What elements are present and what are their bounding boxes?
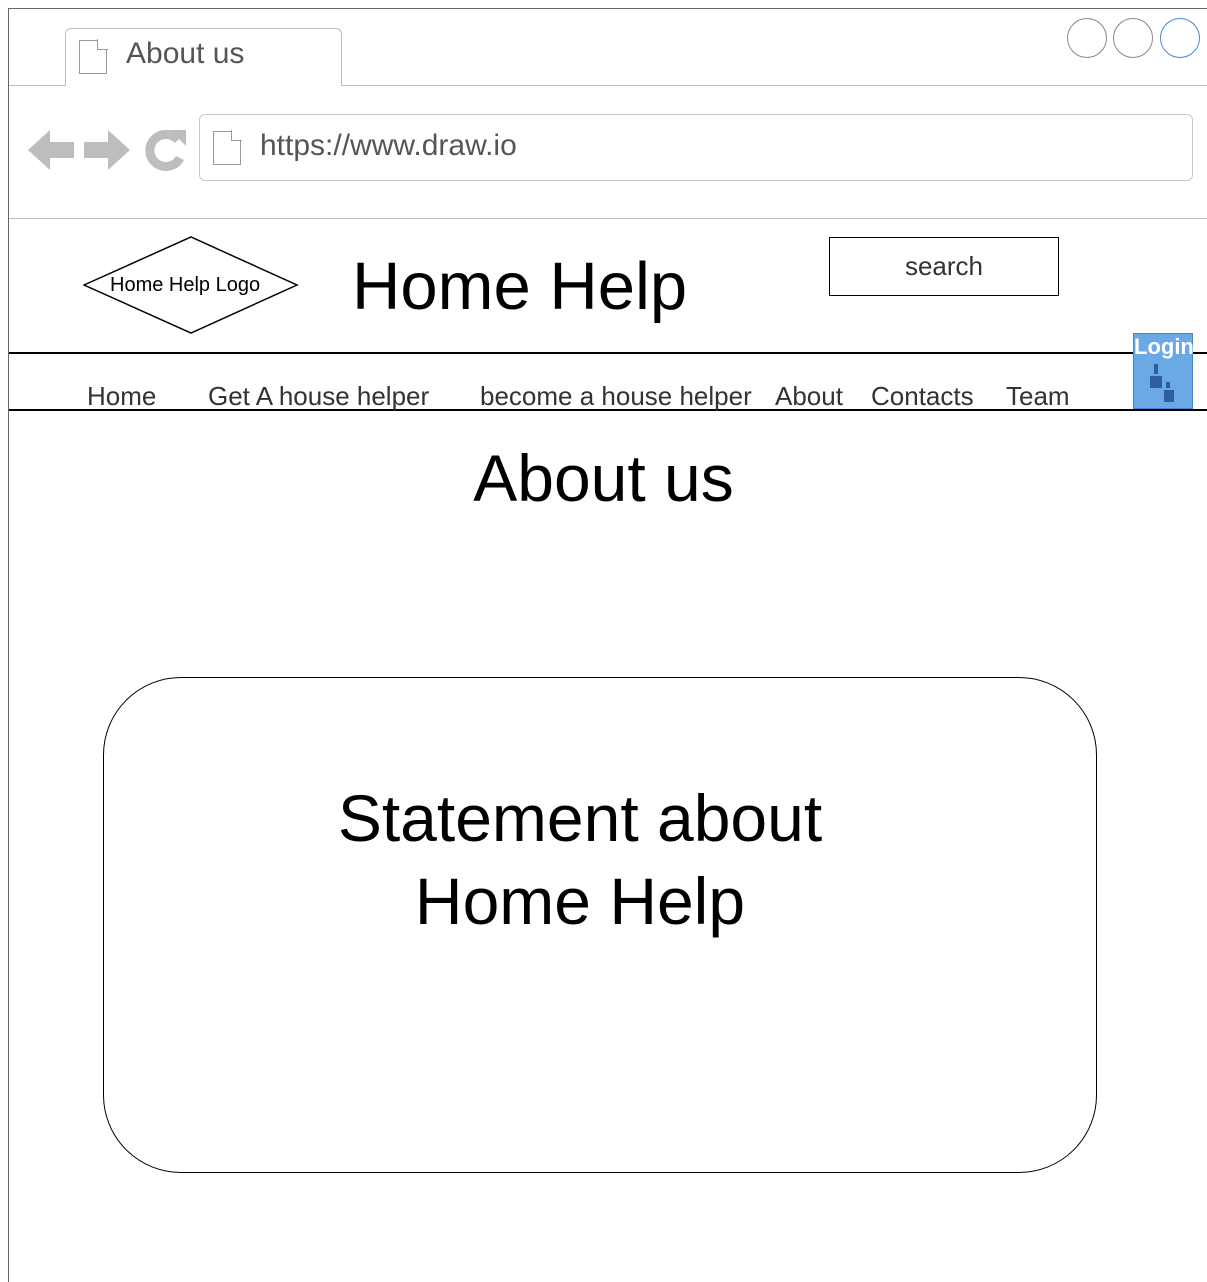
login-label: Login [1134, 334, 1194, 359]
statement-text: Statement about Home Help [337, 781, 823, 938]
tab-title: About us [126, 37, 245, 70]
divider [9, 218, 1207, 219]
maximize-circle-icon[interactable] [1113, 18, 1153, 58]
forward-arrow-icon[interactable] [84, 128, 132, 172]
logo-label: Home Help Logo [110, 274, 261, 296]
nav-item-get-house-helper[interactable]: Get A house helper [208, 381, 429, 411]
page-icon [79, 39, 108, 74]
back-arrow-icon[interactable] [28, 128, 76, 172]
refresh-icon[interactable] [142, 126, 188, 174]
close-circle-icon[interactable] [1160, 18, 1200, 58]
site-title: Home Help [352, 249, 688, 324]
page-heading: About us [473, 441, 734, 515]
minimize-circle-icon[interactable] [1067, 18, 1107, 58]
nav-item-home[interactable]: Home [87, 381, 156, 411]
nav-item-become-house-helper[interactable]: become a house helper [480, 381, 752, 411]
search-button[interactable]: search [829, 237, 1059, 296]
navbar-top-border [9, 352, 1207, 354]
url-text[interactable]: https://www.draw.io [260, 128, 517, 164]
nav-item-contacts[interactable]: Contacts [871, 381, 974, 411]
user-icon [1150, 364, 1174, 402]
nav-item-about[interactable]: About [775, 381, 843, 411]
url-page-icon [213, 130, 242, 165]
nav-item-team[interactable]: Team [1006, 381, 1070, 411]
